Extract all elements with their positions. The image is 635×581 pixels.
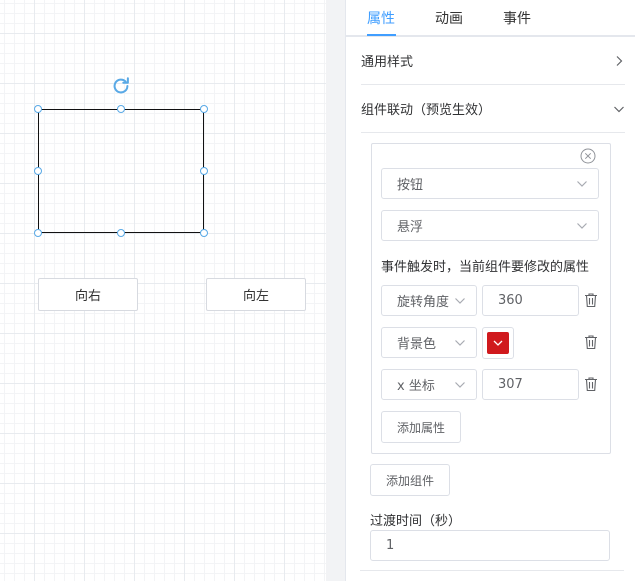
- tab-events[interactable]: 事件: [503, 8, 531, 28]
- chevron-down-icon: [455, 340, 465, 346]
- resize-handle-top[interactable]: [117, 105, 125, 113]
- canvas-button-left[interactable]: 向左: [206, 278, 306, 311]
- transition-label: 过渡时间（秒）: [370, 514, 462, 529]
- property-name: 旋转角度: [397, 295, 450, 310]
- property-select-background[interactable]: 背景色: [381, 327, 477, 358]
- editor-canvas[interactable]: 向右 向左: [0, 0, 326, 581]
- canvas-button-right[interactable]: 向右: [38, 278, 138, 311]
- transition-input[interactable]: 1: [370, 530, 610, 561]
- close-circle-icon[interactable]: [580, 148, 596, 164]
- tab-properties[interactable]: 属性: [367, 8, 395, 28]
- panel-gutter: [326, 0, 345, 581]
- chevron-down-icon: [455, 298, 465, 304]
- active-tab-indicator: [367, 34, 396, 36]
- chevron-down-icon: [577, 223, 587, 229]
- property-name: 背景色: [397, 337, 437, 352]
- property-name: x 坐标: [397, 379, 435, 394]
- property-select-x[interactable]: x 坐标: [381, 369, 477, 400]
- divider: [360, 570, 624, 571]
- section-common-style[interactable]: 通用样式: [361, 37, 625, 85]
- tab-animation[interactable]: 动画: [435, 8, 463, 28]
- chevron-down-icon: [614, 106, 624, 112]
- component-select-value: 按钮: [397, 178, 424, 193]
- trash-icon[interactable]: [584, 334, 598, 350]
- color-swatch: [487, 332, 509, 354]
- linkage-hint: 事件触发时，当前组件要修改的属性: [381, 260, 590, 275]
- transition-value: 1: [386, 538, 395, 553]
- panel-tabs: 属性 动画 事件: [346, 0, 635, 37]
- section-common-style-label: 通用样式: [361, 55, 414, 70]
- property-value: 307: [498, 377, 523, 392]
- component-select[interactable]: 按钮: [381, 168, 599, 199]
- property-select-rotate[interactable]: 旋转角度: [381, 285, 477, 316]
- property-value: 360: [498, 293, 523, 308]
- chevron-right-icon: [616, 55, 623, 66]
- section-linkage[interactable]: 组件联动（预览生效）: [361, 85, 625, 133]
- color-picker[interactable]: [482, 327, 514, 359]
- resize-handle-bottom-right[interactable]: [200, 229, 208, 237]
- chevron-down-icon: [493, 340, 503, 346]
- property-value-input[interactable]: 307: [482, 369, 579, 400]
- chevron-down-icon: [577, 181, 587, 187]
- event-select-value: 悬浮: [397, 220, 424, 235]
- add-property-button[interactable]: 添加属性: [381, 411, 461, 443]
- resize-handle-bottom-left[interactable]: [34, 229, 42, 237]
- trash-icon[interactable]: [584, 376, 598, 392]
- chevron-down-icon: [455, 382, 465, 388]
- section-linkage-label: 组件联动（预览生效）: [361, 103, 492, 118]
- property-value-input[interactable]: 360: [482, 285, 579, 316]
- rotate-icon[interactable]: [110, 75, 132, 97]
- trash-icon[interactable]: [584, 292, 598, 308]
- resize-handle-left[interactable]: [34, 167, 42, 175]
- selected-rectangle-shape[interactable]: [38, 109, 204, 233]
- add-component-button[interactable]: 添加组件: [370, 464, 450, 496]
- resize-handle-bottom[interactable]: [117, 229, 125, 237]
- resize-handle-right[interactable]: [200, 167, 208, 175]
- resize-handle-top-left[interactable]: [34, 105, 42, 113]
- event-select[interactable]: 悬浮: [381, 210, 599, 241]
- resize-handle-top-right[interactable]: [200, 105, 208, 113]
